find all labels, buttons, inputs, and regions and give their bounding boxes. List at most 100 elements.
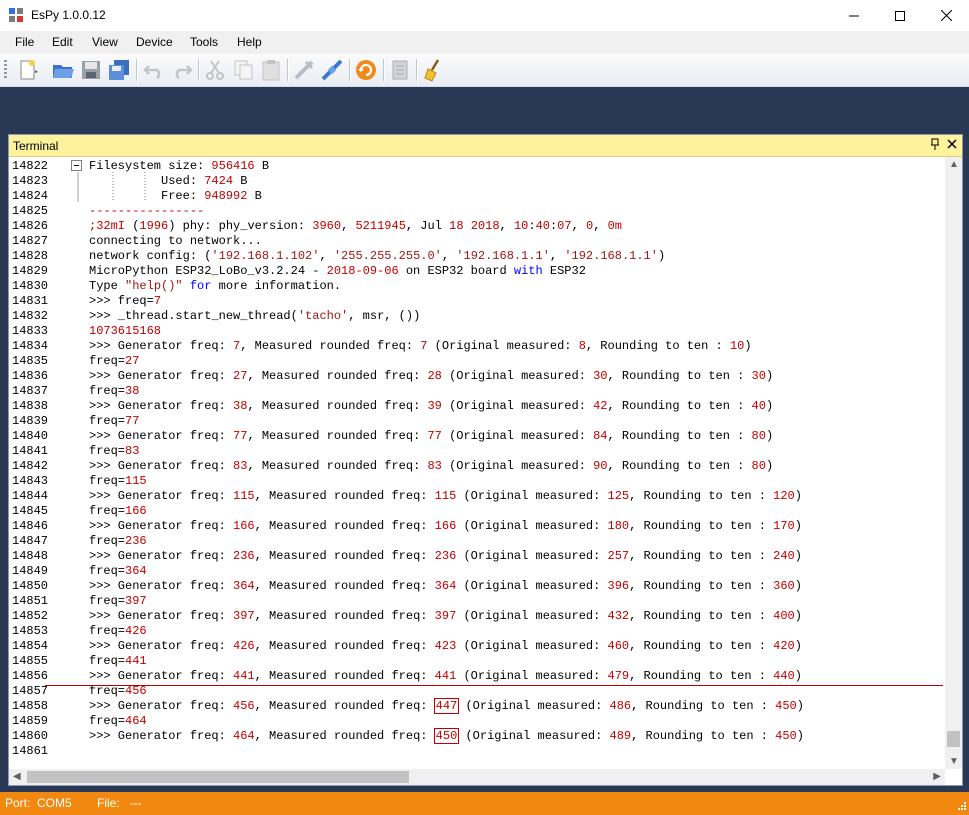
line-text: Used: 7424 B [89,174,248,188]
line-number: 14846 [12,519,49,533]
close-window-button[interactable] [923,0,969,31]
menu-help[interactable]: Help [237,35,262,49]
line-number: 14822 [12,159,49,173]
line-number: 14840 [12,429,49,443]
close-icon [940,10,952,21]
terminal-line: 14824 Free: 948992 B [9,189,943,204]
line-text: freq=38 [89,384,140,398]
line-text: >>> Generator freq: 426, Measured rounde… [89,639,802,653]
line-text: >>> Generator freq: 464, Measured rounde… [89,728,804,744]
terminal-line: 14830 Type "help()" for more information. [9,279,943,294]
toolbar-separator [383,59,385,81]
line-text: freq=364 [89,564,147,578]
cut-icon[interactable] [203,58,227,82]
scroll-left-icon[interactable]: ◀ [13,771,21,782]
terminal-close-icon[interactable] [947,137,957,152]
terminal-line: 14845 freq=166 [9,504,943,519]
maximize-icon [895,10,905,21]
line-number: 14848 [12,549,49,563]
connect-icon[interactable] [320,58,344,82]
line-text: 1073615168 [89,324,162,338]
terminal-line: 14823 Used: 7424 B [9,174,943,189]
line-text: >>> Generator freq: 364, Measured rounde… [89,579,802,593]
line-text: Filesystem size: 956416 B [89,159,270,173]
terminal-line: 14827 connecting to network... [9,234,943,249]
save-icon[interactable] [79,58,103,82]
line-text: freq=83 [89,444,140,458]
terminal-line: 14842 >>> Generator freq: 83, Measured ro… [9,459,943,474]
minimize-button[interactable] [831,0,877,31]
terminal-line: 14847 freq=236 [9,534,943,549]
vertical-scroll-thumb[interactable] [947,731,960,747]
redo-icon[interactable] [170,58,194,82]
resize-grip-icon[interactable] [956,802,966,812]
line-number: 14860 [12,729,49,743]
terminal-line: 14838 >>> Generator freq: 38, Measured ro… [9,399,943,414]
terminal-line: 14843 freq=115 [9,474,943,489]
terminal-line: 14857 freq=456 [9,684,943,699]
line-number: 14838 [12,399,49,413]
terminal-line: 14826 ;32mI (1996) phy: phy_version: 3960… [9,219,943,234]
line-number: 14842 [12,459,49,473]
terminal-line: 14854 >>> Generator freq: 426, Measured r… [9,639,943,654]
status-bar: Port: COM5 File: --- [0,792,969,815]
app-icon [9,8,23,22]
file-value: --- [129,796,142,810]
minimize-icon [849,15,859,16]
menu-device[interactable]: Device [136,35,173,49]
scroll-down-icon[interactable]: ▼ [949,756,959,767]
open-folder-icon[interactable] [51,58,75,82]
line-text: freq=426 [89,624,147,638]
line-number: 14827 [12,234,49,248]
refresh-icon[interactable] [354,58,378,82]
terminal-line: 14829 MicroPython ESP32_LoBo_v3.2.24 - 20… [9,264,943,279]
copy-icon[interactable] [231,58,255,82]
scroll-up-icon[interactable]: ▲ [949,159,959,170]
paste-icon[interactable] [259,58,283,82]
line-number: 14856 [12,669,49,683]
line-number: 14854 [12,639,49,653]
terminal-output[interactable]: 14822 Filesystem size: 956416 B 14823 Used… [9,159,943,759]
line-number: 14850 [12,579,49,593]
toolbar-separator [349,59,351,81]
scroll-right-icon[interactable]: ▶ [933,771,941,782]
line-text: >>> Generator freq: 441, Measured rounde… [89,669,802,683]
line-number: 14832 [12,309,49,323]
menu-view[interactable]: View [92,35,118,49]
line-text: freq=397 [89,594,147,608]
toolbar-separator [136,59,138,81]
toolbar-grip[interactable] [4,60,7,80]
menu-file[interactable]: File [15,35,34,49]
line-text: MicroPython ESP32_LoBo_v3.2.24 - 2018-09… [89,264,586,278]
menu-edit[interactable]: Edit [52,35,73,49]
maximize-button[interactable] [877,0,923,31]
terminal-line: 14853 freq=426 [9,624,943,639]
vertical-scrollbar[interactable]: ▲ ▼ [945,157,962,769]
new-file-icon[interactable] [15,58,39,82]
terminal-line: 14852 >>> Generator freq: 397, Measured r… [9,609,943,624]
terminal-line: 14840 >>> Generator freq: 77, Measured ro… [9,429,943,444]
line-text: >>> Generator freq: 38, Measured rounded… [89,399,774,413]
menu-tools[interactable]: Tools [190,35,218,49]
horizontal-scrollbar[interactable]: ◀ ▶ [9,769,945,785]
line-text: >>> Generator freq: 166, Measured rounde… [89,519,802,533]
toolbar-separator [416,59,418,81]
port-label: Port: [5,796,31,810]
save-all-icon[interactable] [107,58,131,82]
line-number: 14844 [12,489,49,503]
horizontal-scroll-thumb[interactable] [27,771,409,783]
undo-icon[interactable] [142,58,166,82]
line-number: 14839 [12,414,49,428]
broom-icon[interactable] [422,58,446,82]
document-icon[interactable] [388,58,412,82]
line-text: >>> Generator freq: 27, Measured rounded… [89,369,774,383]
terminal-line: 14834 >>> Generator freq: 7, Measured rou… [9,339,943,354]
line-number: 14823 [12,174,49,188]
terminal-line: 14860 >>> Generator freq: 464, Measured r… [9,728,943,744]
line-text: Free: 948992 B [89,189,262,203]
disconnect-icon[interactable] [292,58,316,82]
line-text: freq=27 [89,354,140,368]
terminal-line: 14833 1073615168 [9,324,943,339]
pin-icon[interactable] [930,138,940,153]
line-number: 14826 [12,219,49,233]
